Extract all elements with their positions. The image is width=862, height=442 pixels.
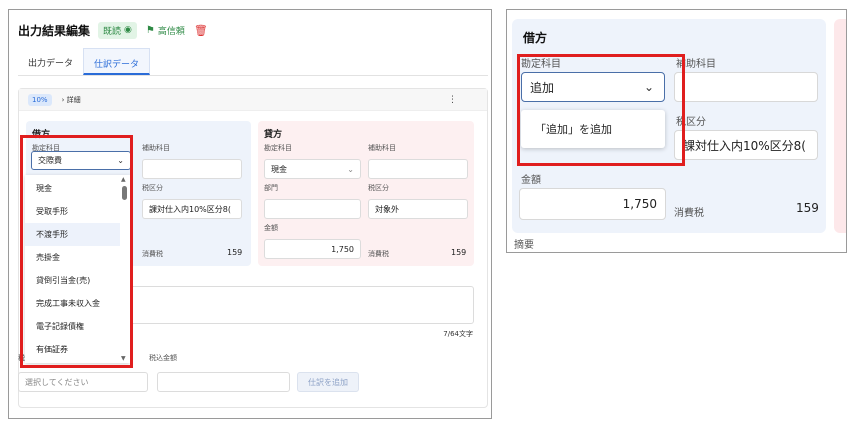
credit-title: 貸方 — [264, 130, 283, 140]
eye-icon: ◉ — [124, 25, 132, 35]
high-reliability-flag[interactable]: ⚑ 高信頼 — [146, 24, 185, 37]
credit-dept-field[interactable] — [264, 199, 361, 219]
zoom-tax-field[interactable]: 課対仕入内10%区分8( — [674, 130, 818, 160]
credit-tax-label: 税区分 — [368, 184, 389, 192]
tab-journal-data[interactable]: 仕訳データ — [83, 48, 151, 75]
debit-consumption-tax-value: 159 — [227, 248, 243, 257]
read-badge-label: 既読 — [103, 26, 122, 37]
credit-consumption-tax-label: 消費税 — [368, 250, 389, 258]
tab-bar: 出力データ 仕訳データ — [18, 48, 488, 76]
credit-consumption-tax-value: 159 — [451, 248, 467, 257]
credit-account-label: 勘定科目 — [264, 144, 292, 152]
kebab-menu-icon[interactable]: ⋮ — [448, 95, 457, 105]
card-toolbar: 10% › 詳細 ⋮ — [19, 89, 487, 111]
page-title: 出力結果編集 — [18, 23, 91, 38]
percent-badge: 10% — [28, 93, 52, 106]
zoom-sub-account-field[interactable] — [674, 72, 818, 102]
credit-account-value: 現金 — [271, 164, 287, 174]
add-journal-button[interactable]: 仕訳を追加 — [297, 372, 359, 392]
trash-icon[interactable]: 🗑 — [194, 24, 208, 37]
zoom-highlight-frame — [517, 54, 685, 166]
read-badge[interactable]: 既読 ◉ — [98, 21, 137, 39]
tax-category-placeholder: 選択してください — [25, 377, 89, 387]
chevron-down-icon: ⌄ — [347, 164, 354, 174]
highlight-frame — [20, 135, 133, 368]
credit-sub-account-field[interactable] — [368, 159, 468, 179]
credit-sub-account-label: 補助科目 — [368, 144, 396, 152]
credit-section: 貸方 勘定科目 現金 ⌄ 補助科目 部門 税区分 対象外 金額 1,750 消費… — [258, 121, 474, 266]
debit-tax-label: 税区分 — [142, 184, 163, 192]
zoom-debit-title: 借方 — [523, 31, 548, 45]
header: 出力結果編集 既読 ◉ ⚑ 高信頼 🗑 — [18, 20, 208, 40]
debit-tax-field[interactable]: 課対仕入内10%区分8( — [142, 199, 242, 219]
detail-toggle[interactable]: › 詳細 — [62, 95, 81, 105]
high-reliability-label: 高信頼 — [157, 26, 185, 37]
zoom-credit-section-edge — [834, 19, 846, 233]
credit-tax-field[interactable]: 対象外 — [368, 199, 468, 219]
credit-amount-label: 金額 — [264, 224, 278, 232]
credit-dept-label: 部門 — [264, 184, 278, 192]
zoom-panel: 借方 勘定科目 補助科目 追加 ⌄ 税区分 課対仕入内10%区分8( 「追加」を… — [506, 9, 847, 253]
credit-account-select[interactable]: 現金 ⌄ — [264, 159, 361, 179]
zoom-amount-label: 金額 — [521, 175, 541, 186]
zoom-memo-label: 摘要 — [514, 240, 534, 251]
zoom-consumption-tax-value: 159 — [796, 201, 819, 215]
debit-sub-account-field[interactable] — [142, 159, 242, 179]
left-panel: 出力結果編集 既読 ◉ ⚑ 高信頼 🗑 出力データ 仕訳データ 10% › 詳細… — [8, 9, 492, 419]
tax-category-select[interactable]: 選択してください — [18, 372, 148, 392]
bottom-amount-label: 税込金額 — [149, 354, 177, 362]
debit-consumption-tax-label: 消費税 — [142, 250, 163, 258]
memo-char-count: 7/64文字 — [443, 330, 473, 338]
debit-sub-account-label: 補助科目 — [142, 144, 170, 152]
flag-icon: ⚑ — [145, 24, 155, 36]
credit-amount-field[interactable]: 1,750 — [264, 239, 361, 259]
zoom-amount-field[interactable]: 1,750 — [519, 188, 666, 220]
zoom-consumption-tax-label: 消費税 — [674, 208, 704, 219]
tax-included-amount-input[interactable] — [157, 372, 290, 392]
tab-output-data[interactable]: 出力データ — [18, 48, 83, 75]
detail-label: 詳細 — [66, 95, 81, 104]
